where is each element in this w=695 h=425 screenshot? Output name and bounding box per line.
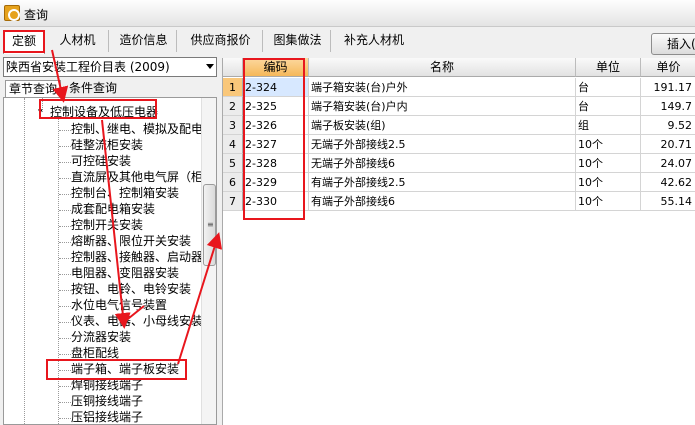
tree-guide-line [59, 242, 71, 243]
price-cell[interactable]: 191.17 [641, 78, 695, 97]
unit-cell[interactable]: 10个 [576, 192, 641, 211]
library-select[interactable]: 陕西省安装工程价目表 (2009) [3, 57, 217, 77]
annotation-box-library [3, 30, 45, 53]
tree-item[interactable]: 控制台、控制箱安装 [71, 186, 179, 201]
tab-materials[interactable]: 人材机 [47, 30, 109, 52]
title-bar: 查询 [0, 0, 695, 27]
row-number[interactable]: 7 [223, 192, 243, 211]
tree-item[interactable]: 压铜接线端子 [71, 394, 143, 409]
tab-bar: 定额 人材机 造价信息 供应商报价 图集做法 补充人材机 [0, 27, 695, 55]
tree-item[interactable]: 按钮、电铃、电铃安装 [71, 282, 191, 297]
tree-guide-line [59, 162, 71, 163]
price-cell[interactable]: 149.7 [641, 97, 695, 116]
row-number[interactable]: 2 [223, 97, 243, 116]
name-cell[interactable]: 端子箱安装(台)户外 [309, 78, 576, 97]
unit-cell[interactable]: 台 [576, 78, 641, 97]
window-title: 查询 [24, 8, 49, 22]
tree-guide-line [59, 146, 71, 147]
tree-guide-line [59, 194, 71, 195]
unit-cell[interactable]: 组 [576, 116, 641, 135]
tree-guide-line [59, 338, 71, 339]
tree-item[interactable]: 仪表、电器、小母线安装 [71, 314, 203, 329]
tree-item[interactable]: 控制、继电、模拟及配电 [71, 122, 203, 137]
tree-item[interactable]: 压铝接线端子 [71, 410, 143, 424]
tree-guide-line [59, 386, 71, 387]
tab-supplier-quote[interactable]: 供应商报价 [179, 30, 263, 52]
scrollbar-thumb[interactable]: ≡ [203, 184, 216, 266]
library-select-value: 陕西省安装工程价目表 (2009) [6, 60, 170, 74]
tree-guide-line [59, 226, 71, 227]
row-number[interactable]: 5 [223, 154, 243, 173]
app-icon [4, 5, 20, 21]
tree-guide-line [59, 258, 71, 259]
column-header-price[interactable]: 单价 [641, 58, 695, 77]
annotation-box-code-column [243, 58, 305, 220]
tree-item[interactable]: 焊铜接线端子 [71, 378, 143, 393]
tree-guide-line [59, 418, 71, 419]
tree-scrollbar[interactable]: ≡ [201, 98, 216, 424]
unit-cell[interactable]: 10个 [576, 135, 641, 154]
tab-extra-materials[interactable]: 补充人材机 [333, 30, 415, 52]
tree-item[interactable]: 成套配电箱安装 [71, 202, 155, 217]
tree-guide-line [59, 354, 71, 355]
column-header-name[interactable]: 名称 [309, 58, 576, 77]
tree-item[interactable]: 电阻器、变阻器安装 [71, 266, 179, 281]
tab-chapter-query[interactable]: 章节查询 [5, 80, 62, 98]
tree-item[interactable]: 分流器安装 [71, 330, 131, 345]
name-cell[interactable]: 有端子外部接线6 [309, 192, 576, 211]
tree-guide-line [59, 306, 71, 307]
unit-cell[interactable]: 10个 [576, 154, 641, 173]
tab-price-info[interactable]: 造价信息 [111, 30, 177, 52]
price-cell[interactable]: 24.07 [641, 154, 695, 173]
row-number[interactable]: 6 [223, 173, 243, 192]
insert-button[interactable]: 插入( [651, 33, 695, 55]
name-cell[interactable]: 端子箱安装(台)户内 [309, 97, 576, 116]
name-cell[interactable]: 端子板安装(组) [309, 116, 576, 135]
name-cell[interactable]: 无端子外部接线2.5 [309, 135, 576, 154]
query-window: { "window": { "title": "查询" }, "tabs": [… [0, 0, 695, 425]
header-rownum [223, 58, 243, 77]
unit-cell[interactable]: 台 [576, 97, 641, 116]
tree-guide-line [24, 98, 25, 424]
price-cell[interactable]: 9.52 [641, 116, 695, 135]
price-cell[interactable]: 55.14 [641, 192, 695, 211]
tab-condition-query[interactable]: 条件查询 [66, 80, 120, 98]
tree-item[interactable]: 直流屏及其他电气屏（柜 [71, 170, 203, 185]
tree-guide-line [59, 402, 71, 403]
grip-icon: ≡ [207, 220, 214, 229]
tree-item[interactable]: 水位电气信号装置 [71, 298, 167, 313]
price-cell[interactable]: 42.62 [641, 173, 695, 192]
tree-item[interactable]: 熔断器、限位开关安装 [71, 234, 191, 249]
tree-guide-line [59, 322, 71, 323]
unit-cell[interactable]: 10个 [576, 173, 641, 192]
column-header-unit[interactable]: 单位 [576, 58, 641, 77]
tree-guide-line [59, 290, 71, 291]
name-cell[interactable]: 有端子外部接线2.5 [309, 173, 576, 192]
tree-item[interactable]: 控制器、接触器、启动器 [71, 250, 203, 265]
tree-guide-line [59, 130, 71, 131]
annotation-box-selected-item [46, 359, 187, 380]
name-cell[interactable]: 无端子外部接线6 [309, 154, 576, 173]
annotation-box-parent [39, 99, 157, 119]
row-number[interactable]: 3 [223, 116, 243, 135]
tree-guide-line [59, 178, 71, 179]
price-cell[interactable]: 20.71 [641, 135, 695, 154]
row-number[interactable]: 1 [223, 78, 243, 97]
tree-item[interactable]: 控制开关安装 [71, 218, 143, 233]
row-number[interactable]: 4 [223, 135, 243, 154]
tree-guide-line [59, 274, 71, 275]
tree-guide-line [59, 210, 71, 211]
chevron-down-icon[interactable] [206, 64, 214, 69]
tree-item[interactable]: 可控硅安装 [71, 154, 131, 169]
tree-item[interactable]: 硅整流柜安装 [71, 138, 143, 153]
tab-atlas[interactable]: 图集做法 [265, 30, 331, 52]
